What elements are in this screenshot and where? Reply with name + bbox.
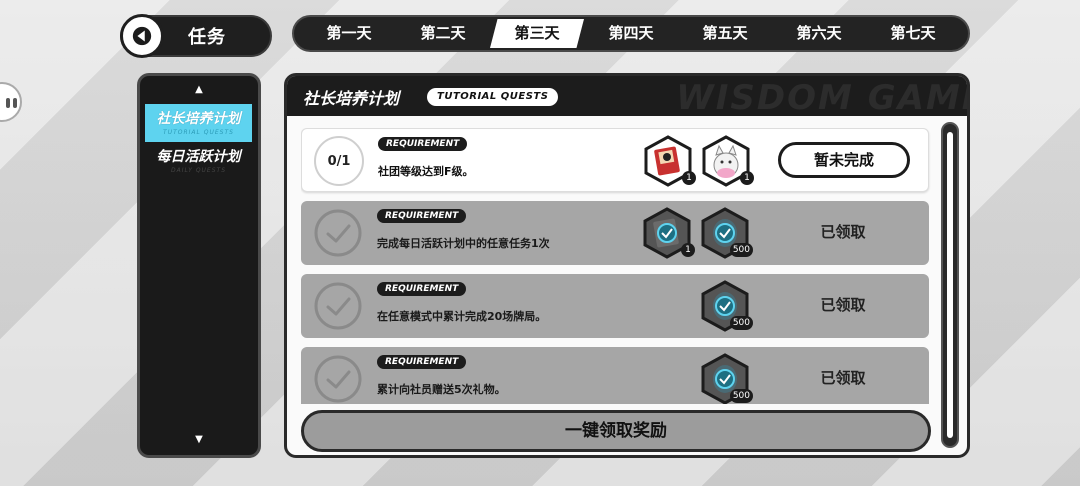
check-circle-icon <box>314 282 362 330</box>
check-circle-icon <box>314 355 362 403</box>
category-sidebar: ▲ 社长培养计划 TUTORIAL QUESTS 每日活跃计划 DAILY QU… <box>137 73 261 458</box>
sidebar-item-label: 每日活跃计划 <box>156 149 241 165</box>
panel-title: 社长培养计划 <box>303 89 400 108</box>
tab-day-6[interactable]: 第六天 <box>772 19 866 48</box>
quest-scrollbar[interactable] <box>941 122 959 448</box>
reward-item[interactable]: 500 <box>699 353 753 404</box>
quest-description: 完成每日活跃计划中的任意任务1次 <box>377 237 550 250</box>
requirement-badge: REQUIREMENT <box>377 282 467 296</box>
back-arrow-icon <box>132 26 152 46</box>
panel-tag: TUTORIAL QUESTS <box>427 88 559 106</box>
status-incomplete-button[interactable]: 暂未完成 <box>778 142 910 178</box>
page-title: 任务 <box>188 27 226 48</box>
status-claimed: 已领取 <box>820 369 866 387</box>
requirement-badge: REQUIREMENT <box>377 209 467 223</box>
scroll-up-icon[interactable]: ▲ <box>195 84 203 95</box>
reward-qty: 500 <box>729 389 753 403</box>
reward-item[interactable]: 1 <box>642 135 696 187</box>
back-button[interactable] <box>120 14 164 58</box>
progress-indicator: 0/1 <box>314 136 364 186</box>
day-tabs: 第一天 第二天 第三天 第四天 第五天 第六天 第七天 <box>292 15 970 52</box>
scrollbar-thumb[interactable] <box>947 132 953 438</box>
tab-day-4[interactable]: 第四天 <box>584 19 678 48</box>
reward-item[interactable]: 1 <box>641 207 695 259</box>
sidebar-item-tutorial[interactable]: 社长培养计划 TUTORIAL QUESTS <box>145 104 252 142</box>
header-back-group: 任务 <box>120 14 272 58</box>
reward-qty: 1 <box>740 171 754 185</box>
sidebar-item-label: 社长培养计划 <box>156 111 241 127</box>
status-claimed: 已领取 <box>820 223 866 241</box>
claim-all-button[interactable]: 一键领取奖励 <box>301 410 931 452</box>
quest-row: REQUIREMENT 累计向社员赠送5次礼物。 500 已领取 <box>301 347 929 404</box>
reward-item[interactable]: 500 <box>699 280 753 332</box>
quest-description: 在任意模式中累计完成20场牌局。 <box>377 310 547 323</box>
quest-description: 累计向社员赠送5次礼物。 <box>377 383 506 396</box>
sidebar-item-daily[interactable]: 每日活跃计划 DAILY QUESTS <box>145 142 252 180</box>
tab-day-1[interactable]: 第一天 <box>302 19 396 48</box>
tab-day-3[interactable]: 第三天 <box>490 19 584 48</box>
reward-qty: 500 <box>729 316 753 330</box>
quest-panel: WISDOM GAME 社长培养计划 TUTORIAL QUESTS 0/1 R… <box>284 73 970 458</box>
panel-watermark: WISDOM GAME <box>676 78 970 118</box>
requirement-badge: REQUIREMENT <box>377 355 467 369</box>
reward-item[interactable]: 1 <box>700 135 754 187</box>
reward-qty: 500 <box>729 243 753 257</box>
reward-qty: 1 <box>681 243 695 257</box>
reward-item[interactable]: 500 <box>699 207 753 259</box>
tab-day-5[interactable]: 第五天 <box>678 19 772 48</box>
quest-row: 0/1 REQUIREMENT 社团等级达到F级。 1 1 暂未完成 <box>301 128 929 192</box>
status-claimed: 已领取 <box>820 296 866 314</box>
quest-row: REQUIREMENT 完成每日活跃计划中的任意任务1次 1 500 已领取 <box>301 201 929 265</box>
sidebar-item-sub: DAILY QUESTS <box>170 167 227 174</box>
requirement-badge: REQUIREMENT <box>378 137 468 151</box>
sidebar-item-sub: TUTORIAL QUESTS <box>163 129 234 136</box>
scroll-down-icon[interactable]: ▼ <box>195 434 203 445</box>
check-circle-icon <box>314 209 362 257</box>
quest-list: 0/1 REQUIREMENT 社团等级达到F级。 1 1 暂未完成 REQUI… <box>301 128 931 404</box>
tab-day-7[interactable]: 第七天 <box>866 19 960 48</box>
reward-qty: 1 <box>682 171 696 185</box>
tab-day-2[interactable]: 第二天 <box>396 19 490 48</box>
panel-header: WISDOM GAME 社长培养计划 TUTORIAL QUESTS <box>287 76 970 118</box>
quest-description: 社团等级达到F级。 <box>378 165 474 178</box>
quest-row: REQUIREMENT 在任意模式中累计完成20场牌局。 500 已领取 <box>301 274 929 338</box>
